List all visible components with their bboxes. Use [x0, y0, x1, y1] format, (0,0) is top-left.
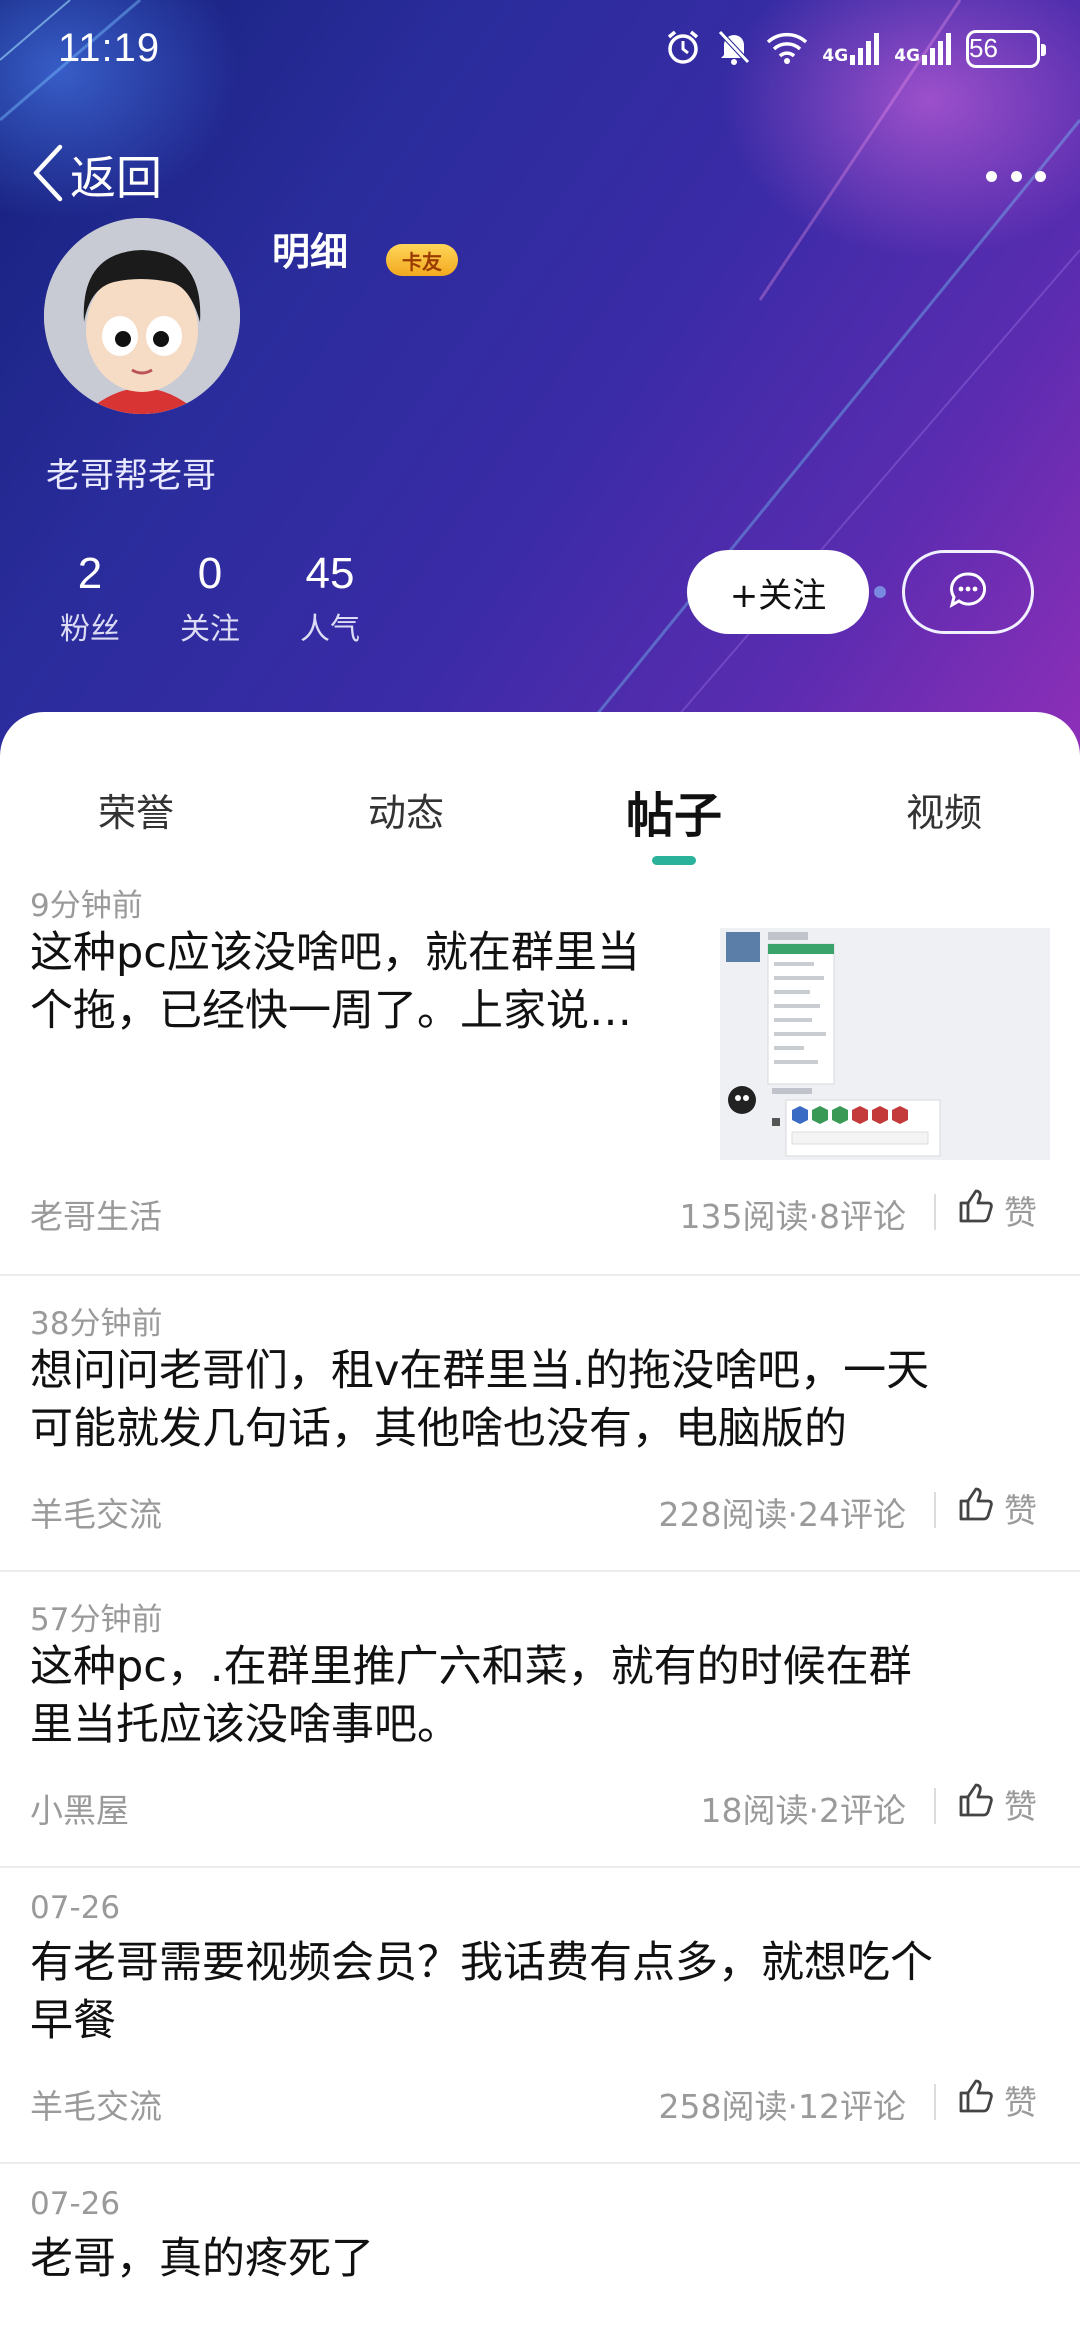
thumbs-up-icon: [958, 1782, 994, 1826]
thumbs-up-icon: [958, 2078, 994, 2122]
post-time: 9分钟前: [30, 888, 143, 924]
post-title-line: 这种pc，.在群里推广六和菜，就有的时候在群: [30, 1642, 912, 1692]
post-title-line: 个拖，已经快一周了。上家说…: [30, 986, 632, 1036]
back-button[interactable]: 返回: [30, 140, 162, 210]
post-category[interactable]: 老哥生活: [30, 1190, 162, 1238]
more-options-button[interactable]: [986, 156, 1046, 196]
like-button[interactable]: 赞: [958, 2076, 1037, 2124]
stat-popularity: 45 人气: [270, 548, 390, 648]
list-item[interactable]: 07-26 老哥，真的疼死了: [0, 2164, 1080, 2324]
more-dot-icon: [1035, 170, 1046, 182]
profile-header: 11:19 4G 4G 56 返回 明细 卡友 老哥帮老哥 2 粉丝 0 关注 …: [0, 0, 1080, 760]
tab-videos[interactable]: 视频: [844, 782, 1044, 837]
username: 明细: [272, 232, 349, 272]
post-stats: 135阅读·8评论: [679, 1197, 906, 1236]
active-tab-indicator: [652, 856, 696, 865]
status-bar: 11:19 4G 4G 56: [0, 0, 1080, 100]
more-dot-icon: [1010, 170, 1022, 182]
like-label: 赞: [1004, 2083, 1037, 2122]
stat-label: 关注: [180, 612, 240, 647]
profile-stats: 2 粉丝 0 关注 45 人气: [30, 548, 390, 648]
tab-honor[interactable]: 荣誉: [36, 782, 236, 837]
message-button[interactable]: [902, 550, 1034, 634]
back-label: 返回: [70, 151, 162, 205]
post-stats: 258阅读·12评论: [658, 2087, 906, 2126]
stat-value: 45: [305, 549, 355, 598]
tab-posts[interactable]: 帖子: [574, 776, 774, 846]
mute-bell-icon: [716, 28, 752, 70]
stat-value: 0: [197, 549, 223, 598]
thumbs-up-icon: [958, 1188, 994, 1232]
stat-label: 人气: [300, 612, 360, 647]
status-time: 11:19: [58, 26, 161, 70]
post-time: 07-26: [30, 1890, 121, 1926]
post-title: 老哥，真的疼死了: [30, 2230, 374, 2288]
stat-fans[interactable]: 2 粉丝: [30, 548, 150, 648]
separator: [934, 2084, 936, 2120]
chevron-left-icon: [30, 143, 64, 207]
avatar[interactable]: [44, 218, 240, 414]
separator: [934, 1194, 936, 1230]
post-list: 9分钟前 这种pc应该没啥吧，就在群里当 个拖，已经快一周了。上家说… 老哥生活…: [0, 880, 1080, 2324]
thumbs-up-icon: [958, 1486, 994, 1530]
separator: [934, 1788, 936, 1824]
content-panel: 荣誉 动态 帖子 视频 9分钟前 这种pc应该没啥吧，就在群里当 个拖，已经快一…: [0, 712, 1080, 2340]
list-item[interactable]: 57分钟前 这种pc，.在群里推广六和菜，就有的时候在群 里当托应该没啥事吧。 …: [0, 1572, 1080, 1868]
post-thumbnail[interactable]: [720, 928, 1050, 1160]
post-title: 有老哥需要视频会员？我话费有点多，就想吃个 早餐: [30, 1934, 933, 2050]
post-stats: 18阅读·2评论: [700, 1791, 906, 1830]
post-category[interactable]: 羊毛交流: [30, 1488, 162, 1536]
post-title-line: 老哥，真的疼死了: [30, 2234, 374, 2284]
stat-value: 2: [77, 549, 103, 598]
post-title: 想问问老哥们，租v在群里当.的拖没啥吧，一天 可能就发几句话，其他啥也没有，电脑…: [30, 1342, 929, 1458]
tab-activity[interactable]: 动态: [306, 782, 506, 837]
signal-icon-2: 4G: [894, 33, 952, 65]
like-label: 赞: [1004, 1787, 1037, 1826]
list-item[interactable]: 9分钟前 这种pc应该没啥吧，就在群里当 个拖，已经快一周了。上家说… 老哥生活…: [0, 880, 1080, 1276]
follow-button[interactable]: +关注: [687, 550, 869, 634]
post-title-line: 有老哥需要视频会员？我话费有点多，就想吃个: [30, 1938, 933, 1988]
post-title-line: 想问问老哥们，租v在群里当.的拖没啥吧，一天: [30, 1346, 930, 1396]
post-title-line: 可能就发几句话，其他啥也没有，电脑版的: [30, 1404, 847, 1454]
user-level-badge: 卡友: [386, 244, 458, 276]
like-label: 赞: [1004, 1193, 1037, 1232]
post-title-line: 早餐: [30, 1996, 116, 2046]
list-item[interactable]: 07-26 有老哥需要视频会员？我话费有点多，就想吃个 早餐 羊毛交流 258阅…: [0, 1868, 1080, 2164]
separator: [934, 1492, 936, 1528]
post-title-line: 这种pc应该没啥吧，就在群里当: [30, 928, 640, 978]
profile-tabs: 荣誉 动态 帖子 视频: [0, 712, 1080, 865]
post-stats: 228阅读·24评论: [658, 1495, 906, 1534]
battery-indicator: 56: [966, 30, 1046, 68]
top-nav: 返回: [0, 140, 1080, 210]
like-button[interactable]: 赞: [958, 1484, 1037, 1532]
chat-bubble-icon: [948, 570, 988, 614]
more-dot-icon: [986, 170, 997, 182]
signal-icon-1: 4G: [822, 33, 880, 65]
chat-screenshot-image: [720, 928, 1050, 1160]
alarm-icon: [664, 28, 702, 70]
stat-label: 粉丝: [60, 612, 120, 647]
post-category[interactable]: 小黑屋: [30, 1784, 129, 1832]
status-icons: 4G 4G 56: [664, 28, 1046, 70]
like-label: 赞: [1004, 1491, 1037, 1530]
like-button[interactable]: 赞: [958, 1780, 1037, 1828]
wifi-icon: [766, 30, 808, 68]
list-item[interactable]: 38分钟前 想问问老哥们，租v在群里当.的拖没啥吧，一天 可能就发几句话，其他啥…: [0, 1276, 1080, 1572]
post-category[interactable]: 羊毛交流: [30, 2080, 162, 2128]
post-title-line: 里当托应该没啥事吧。: [30, 1700, 460, 1750]
like-button[interactable]: 赞: [958, 1186, 1037, 1234]
user-bio: 老哥帮老哥: [46, 456, 216, 496]
post-time: 07-26: [30, 2186, 121, 2222]
post-title: 这种pc应该没啥吧，就在群里当 个拖，已经快一周了。上家说…: [30, 924, 640, 1040]
post-time: 57分钟前: [30, 1602, 163, 1638]
post-title: 这种pc，.在群里推广六和菜，就有的时候在群 里当托应该没啥事吧。: [30, 1638, 912, 1754]
cartoon-face-icon: [44, 218, 240, 414]
stat-following[interactable]: 0 关注: [150, 548, 270, 648]
post-time: 38分钟前: [30, 1306, 163, 1342]
